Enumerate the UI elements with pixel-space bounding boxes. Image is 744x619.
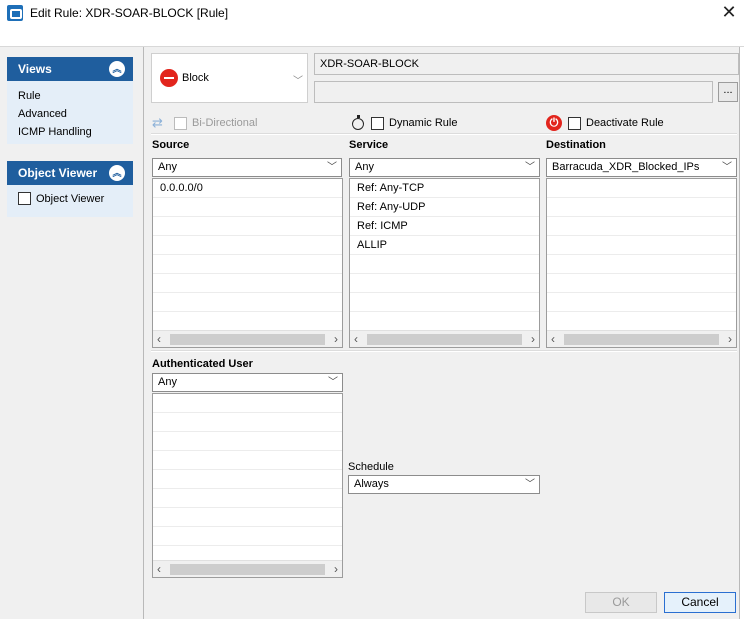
authenticated-user-list[interactable]: ‹ › — [152, 393, 343, 578]
horizontal-scrollbar[interactable]: ‹ › — [350, 330, 539, 347]
window-edge — [739, 47, 744, 619]
authenticated-user-title: Authenticated User — [152, 358, 253, 370]
bidirectional-option: ⇄ Bi-Directional — [152, 115, 257, 131]
horizontal-scrollbar[interactable]: ‹ › — [153, 560, 342, 577]
deactivate-rule-option: ⏻ Deactivate Rule — [546, 115, 664, 131]
list-item[interactable]: 0.0.0.0/0 — [153, 179, 342, 198]
view-icmp-handling-link[interactable]: ICMP Handling — [18, 123, 122, 141]
service-combo[interactable]: Any ﹀ — [349, 158, 540, 177]
window-title: Edit Rule: XDR-SOAR-BLOCK [Rule] — [30, 6, 229, 20]
scroll-thumb[interactable] — [170, 564, 325, 575]
views-group: Views ︽ Rule Advanced ICMP Handling — [7, 57, 133, 144]
schedule-combo[interactable]: Always ﹀ — [348, 475, 540, 494]
rule-name-field[interactable]: XDR-SOAR-BLOCK — [314, 53, 739, 75]
horizontal-scrollbar[interactable]: ‹ › — [547, 330, 736, 347]
list-item[interactable]: Ref: Any-TCP — [350, 179, 539, 198]
list-item[interactable]: Ref: ICMP — [350, 217, 539, 236]
object-viewer-header[interactable]: Object Viewer ︽ — [7, 161, 133, 185]
service-selected: Any — [355, 161, 374, 173]
object-viewer-checkbox[interactable] — [18, 192, 31, 205]
view-rule-link[interactable]: Rule — [18, 87, 122, 105]
views-header[interactable]: Views ︽ — [7, 57, 133, 81]
source-selected: Any — [158, 161, 177, 173]
service-list[interactable]: Ref: Any-TCP Ref: Any-UDP Ref: ICMP ALLI… — [349, 178, 540, 348]
left-panel: Views ︽ Rule Advanced ICMP Handling Obje… — [0, 47, 143, 619]
bidirectional-checkbox[interactable] — [174, 116, 187, 130]
scroll-thumb[interactable] — [367, 334, 522, 345]
destination-selected: Barracuda_XDR_Blocked_IPs — [552, 161, 700, 173]
power-icon: ⏻ — [546, 115, 562, 131]
action-label: Block — [182, 72, 209, 84]
source-list[interactable]: 0.0.0.0/0 ‹ › — [152, 178, 343, 348]
object-viewer-checkbox-label: Object Viewer — [36, 192, 105, 205]
bidirectional-label: Bi-Directional — [192, 117, 258, 129]
authenticated-user-selected: Any — [158, 376, 177, 388]
chevron-down-icon: ﹀ — [525, 479, 535, 490]
timer-icon — [350, 115, 366, 131]
main-panel: Block ﹀ XDR-SOAR-BLOCK ... ⇄ Bi-Directio… — [143, 47, 744, 619]
title-bar: Edit Rule: XDR-SOAR-BLOCK [Rule] ✕ — [0, 0, 744, 28]
authenticated-user-combo[interactable]: Any ﹀ — [152, 373, 343, 392]
chevron-down-icon: ﹀ — [525, 162, 535, 173]
list-item[interactable]: Ref: Any-UDP — [350, 198, 539, 217]
dynamic-rule-label: Dynamic Rule — [389, 117, 458, 129]
destination-title: Destination — [546, 139, 606, 151]
horizontal-scrollbar[interactable]: ‹ › — [153, 330, 342, 347]
dynamic-rule-option: Dynamic Rule — [350, 115, 457, 131]
scroll-left-icon[interactable]: ‹ — [354, 332, 358, 346]
scroll-left-icon[interactable]: ‹ — [551, 332, 555, 346]
chevron-up-icon[interactable]: ︽ — [109, 165, 125, 181]
chevron-down-icon: ﹀ — [328, 377, 338, 388]
scroll-right-icon[interactable]: › — [334, 562, 338, 576]
destination-combo[interactable]: Barracuda_XDR_Blocked_IPs ﹀ — [546, 158, 737, 177]
close-icon[interactable]: ✕ — [719, 2, 739, 22]
object-viewer-group: Object Viewer ︽ Object Viewer — [7, 161, 133, 217]
app-icon — [7, 5, 23, 21]
action-dropdown[interactable]: Block ﹀ — [151, 53, 308, 103]
chevron-down-icon: ﹀ — [293, 76, 303, 87]
list-item[interactable]: ALLIP — [350, 236, 539, 255]
view-advanced-link[interactable]: Advanced — [18, 105, 122, 123]
source-combo[interactable]: Any ﹀ — [152, 158, 342, 177]
block-icon — [160, 69, 178, 87]
deactivate-rule-checkbox[interactable] — [568, 116, 581, 130]
ok-button[interactable]: OK — [585, 592, 657, 613]
scroll-right-icon[interactable]: › — [334, 332, 338, 346]
divider — [151, 350, 737, 352]
scroll-right-icon[interactable]: › — [728, 332, 732, 346]
schedule-selected: Always — [354, 478, 389, 490]
schedule-label: Schedule — [348, 461, 394, 473]
destination-list[interactable]: ‹ › — [546, 178, 737, 348]
divider — [151, 133, 737, 135]
rule-description-field[interactable] — [314, 81, 713, 103]
scroll-left-icon[interactable]: ‹ — [157, 332, 161, 346]
scroll-thumb[interactable] — [564, 334, 719, 345]
swap-icon: ⇄ — [152, 115, 163, 130]
description-ellipsis-button[interactable]: ... — [718, 82, 738, 102]
dynamic-rule-checkbox[interactable] — [371, 116, 384, 130]
deactivate-rule-label: Deactivate Rule — [586, 117, 664, 129]
chevron-down-icon: ﹀ — [327, 162, 337, 173]
object-viewer-header-label: Object Viewer — [18, 166, 98, 180]
cancel-button[interactable]: Cancel — [664, 592, 736, 613]
source-title: Source — [152, 139, 190, 151]
views-header-label: Views — [18, 62, 52, 76]
scroll-thumb[interactable] — [170, 334, 325, 345]
chevron-down-icon: ﹀ — [722, 162, 732, 173]
service-title: Service — [349, 139, 389, 151]
scroll-right-icon[interactable]: › — [531, 332, 535, 346]
scroll-left-icon[interactable]: ‹ — [157, 562, 161, 576]
chevron-up-icon[interactable]: ︽ — [109, 61, 125, 77]
